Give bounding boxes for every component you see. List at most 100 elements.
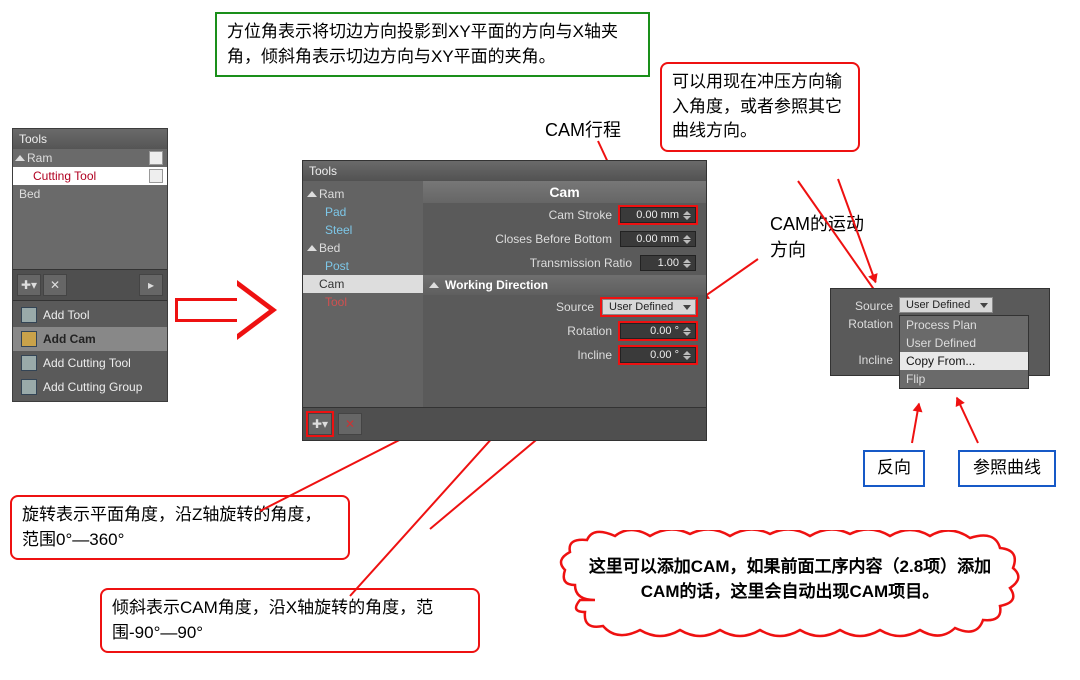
tree-bed-label: Bed [319, 241, 340, 255]
color-swatch[interactable] [149, 169, 163, 183]
cam-properties: Cam Cam Stroke 0.00 mm Closes Before Bot… [423, 181, 706, 407]
tree-tool[interactable]: Tool [303, 293, 423, 311]
tree-bed[interactable]: Bed [13, 185, 167, 203]
row-source: Source User Defined [423, 295, 706, 319]
cam-stroke-label: Cam Stroke [427, 208, 612, 222]
option-process-plan[interactable]: Process Plan [900, 316, 1028, 334]
tools-tree-large: Ram Pad Steel Bed Post Cam Tool [303, 181, 423, 407]
add-dropdown-button[interactable]: ✚▾ [308, 413, 332, 435]
menu-add-cutting-tool[interactable]: Add Cutting Tool [13, 351, 167, 375]
tree-cam[interactable]: Cam [303, 275, 423, 293]
menu-add-cutting-tool-label: Add Cutting Tool [43, 356, 131, 370]
src-source-dropdown[interactable]: User Defined [899, 297, 993, 313]
incline-label: Incline [427, 348, 612, 362]
source-value: User Defined [609, 301, 673, 313]
source-label: Source [427, 300, 594, 314]
option-flip[interactable]: Flip [900, 370, 1028, 388]
caret-icon [307, 191, 317, 197]
menu-add-tool[interactable]: Add Tool [13, 303, 167, 327]
tools-panel-large-title: Tools [303, 161, 706, 181]
closes-value: 0.00 mm [636, 233, 679, 245]
tree-cutting-tool-label: Cutting Tool [33, 169, 96, 183]
closes-input[interactable]: 0.00 mm [620, 231, 696, 247]
spinner-icon[interactable] [683, 327, 691, 336]
pointer-cam-motion [700, 258, 758, 300]
incline-input[interactable]: 0.00 ° [620, 347, 696, 363]
spinner-icon[interactable] [683, 235, 691, 244]
row-incline: Incline 0.00 ° [423, 343, 706, 367]
delete-button[interactable]: ✕ [338, 413, 362, 435]
closes-label: Closes Before Bottom [427, 232, 612, 246]
tools-panel-title: Tools [13, 129, 167, 149]
tree-ram[interactable]: Ram [13, 149, 167, 167]
tools-panel-large: Tools Ram Pad Steel Bed Post Cam Tool Ca… [302, 160, 707, 441]
rotation-value: 0.00 ° [650, 325, 679, 337]
tree-cam-label: Cam [319, 277, 344, 291]
spinner-icon[interactable] [683, 211, 691, 220]
src-source-label: Source [837, 297, 893, 313]
caret-icon [15, 155, 25, 161]
annotation-copy-from: 参照曲线 [958, 450, 1056, 487]
row-transmission-ratio: Transmission Ratio 1.00 [423, 251, 706, 275]
src-source-value: User Defined [906, 299, 970, 311]
caret-icon [307, 245, 317, 251]
tools-tree: Ram Cutting Tool Bed [13, 149, 167, 269]
row-cam-stroke: Cam Stroke 0.00 mm [423, 203, 706, 227]
tree-post[interactable]: Post [303, 257, 423, 275]
menu-add-tool-label: Add Tool [43, 308, 89, 322]
mini-toolbar: ✚▾ ✕ ▸ [13, 269, 167, 300]
working-direction-section[interactable]: Working Direction [423, 275, 706, 295]
annotation-cam-motion-label: CAM的运动方向 [770, 210, 870, 262]
row-closes-before-bottom: Closes Before Bottom 0.00 mm [423, 227, 706, 251]
annotation-incline: 倾斜表示CAM角度，沿X轴旋转的角度，范围-90°—90° [100, 588, 480, 653]
delete-button[interactable]: ✕ [43, 274, 67, 296]
spinner-icon[interactable] [683, 259, 691, 268]
tree-cutting-tool[interactable]: Cutting Tool [13, 167, 167, 185]
tree-post-label: Post [325, 259, 349, 273]
menu-add-cam[interactable]: Add Cam [13, 327, 167, 351]
spinner-icon[interactable] [683, 351, 691, 360]
pointer-flip [911, 403, 920, 443]
working-direction-title: Working Direction [445, 278, 548, 292]
trans-input[interactable]: 1.00 [640, 255, 696, 271]
option-copy-from[interactable]: Copy From... [900, 352, 1028, 370]
tool-icon [21, 307, 37, 323]
tree-bed[interactable]: Bed [303, 239, 423, 257]
incline-value: 0.00 ° [650, 349, 679, 361]
annotation-rotation: 旋转表示平面角度，沿Z轴旋转的角度，范围0°—360° [10, 495, 350, 560]
cam-stroke-value: 0.00 mm [636, 209, 679, 221]
pointer-copyfrom [956, 397, 979, 443]
rotation-label: Rotation [427, 324, 612, 338]
add-dropdown-button[interactable]: ✚▾ [17, 274, 41, 296]
tree-pad[interactable]: Pad [303, 203, 423, 221]
bottom-toolbar: ✚▾ ✕ [303, 407, 706, 440]
color-swatch[interactable] [149, 151, 163, 165]
tree-bed-label: Bed [19, 187, 40, 201]
tree-ram[interactable]: Ram [303, 185, 423, 203]
annotation-add-cam-cloud: 这里可以添加CAM，如果前面工序内容（2.8项）添加CAM的话，这里会自动出现C… [555, 530, 1025, 650]
cam-header: Cam [423, 181, 706, 203]
tree-steel[interactable]: Steel [303, 221, 423, 239]
tree-steel-label: Steel [325, 223, 352, 237]
source-dropdown-panel: Source User Defined Rotation Process Pla… [830, 288, 1050, 376]
menu-add-cam-label: Add Cam [43, 332, 96, 346]
annotation-azimuth-incline: 方位角表示将切边方向投影到XY平面的方向与X轴夹角，倾斜角表示切边方向与XY平面… [215, 12, 650, 77]
cam-stroke-input[interactable]: 0.00 mm [620, 207, 696, 223]
tools-panel-small: Tools Ram Cutting Tool Bed ✚▾ ✕ ▸ Add To… [12, 128, 168, 402]
source-dropdown[interactable]: User Defined [602, 299, 696, 315]
src-incline-label: Incline [837, 329, 893, 367]
rotation-input[interactable]: 0.00 ° [620, 323, 696, 339]
option-user-defined[interactable]: User Defined [900, 334, 1028, 352]
row-rotation: Rotation 0.00 ° [423, 319, 706, 343]
caret-icon [429, 282, 439, 288]
tree-pad-label: Pad [325, 205, 346, 219]
menu-add-cutting-group-label: Add Cutting Group [43, 380, 142, 394]
trans-value: 1.00 [658, 257, 679, 269]
tree-ram-label: Ram [319, 187, 344, 201]
flag-button[interactable]: ▸ [139, 274, 163, 296]
trans-label: Transmission Ratio [427, 256, 632, 270]
big-arrow-icon [175, 280, 285, 340]
add-menu: Add Tool Add Cam Add Cutting Tool Add Cu… [13, 300, 167, 401]
cutting-group-icon [21, 379, 37, 395]
menu-add-cutting-group[interactable]: Add Cutting Group [13, 375, 167, 399]
